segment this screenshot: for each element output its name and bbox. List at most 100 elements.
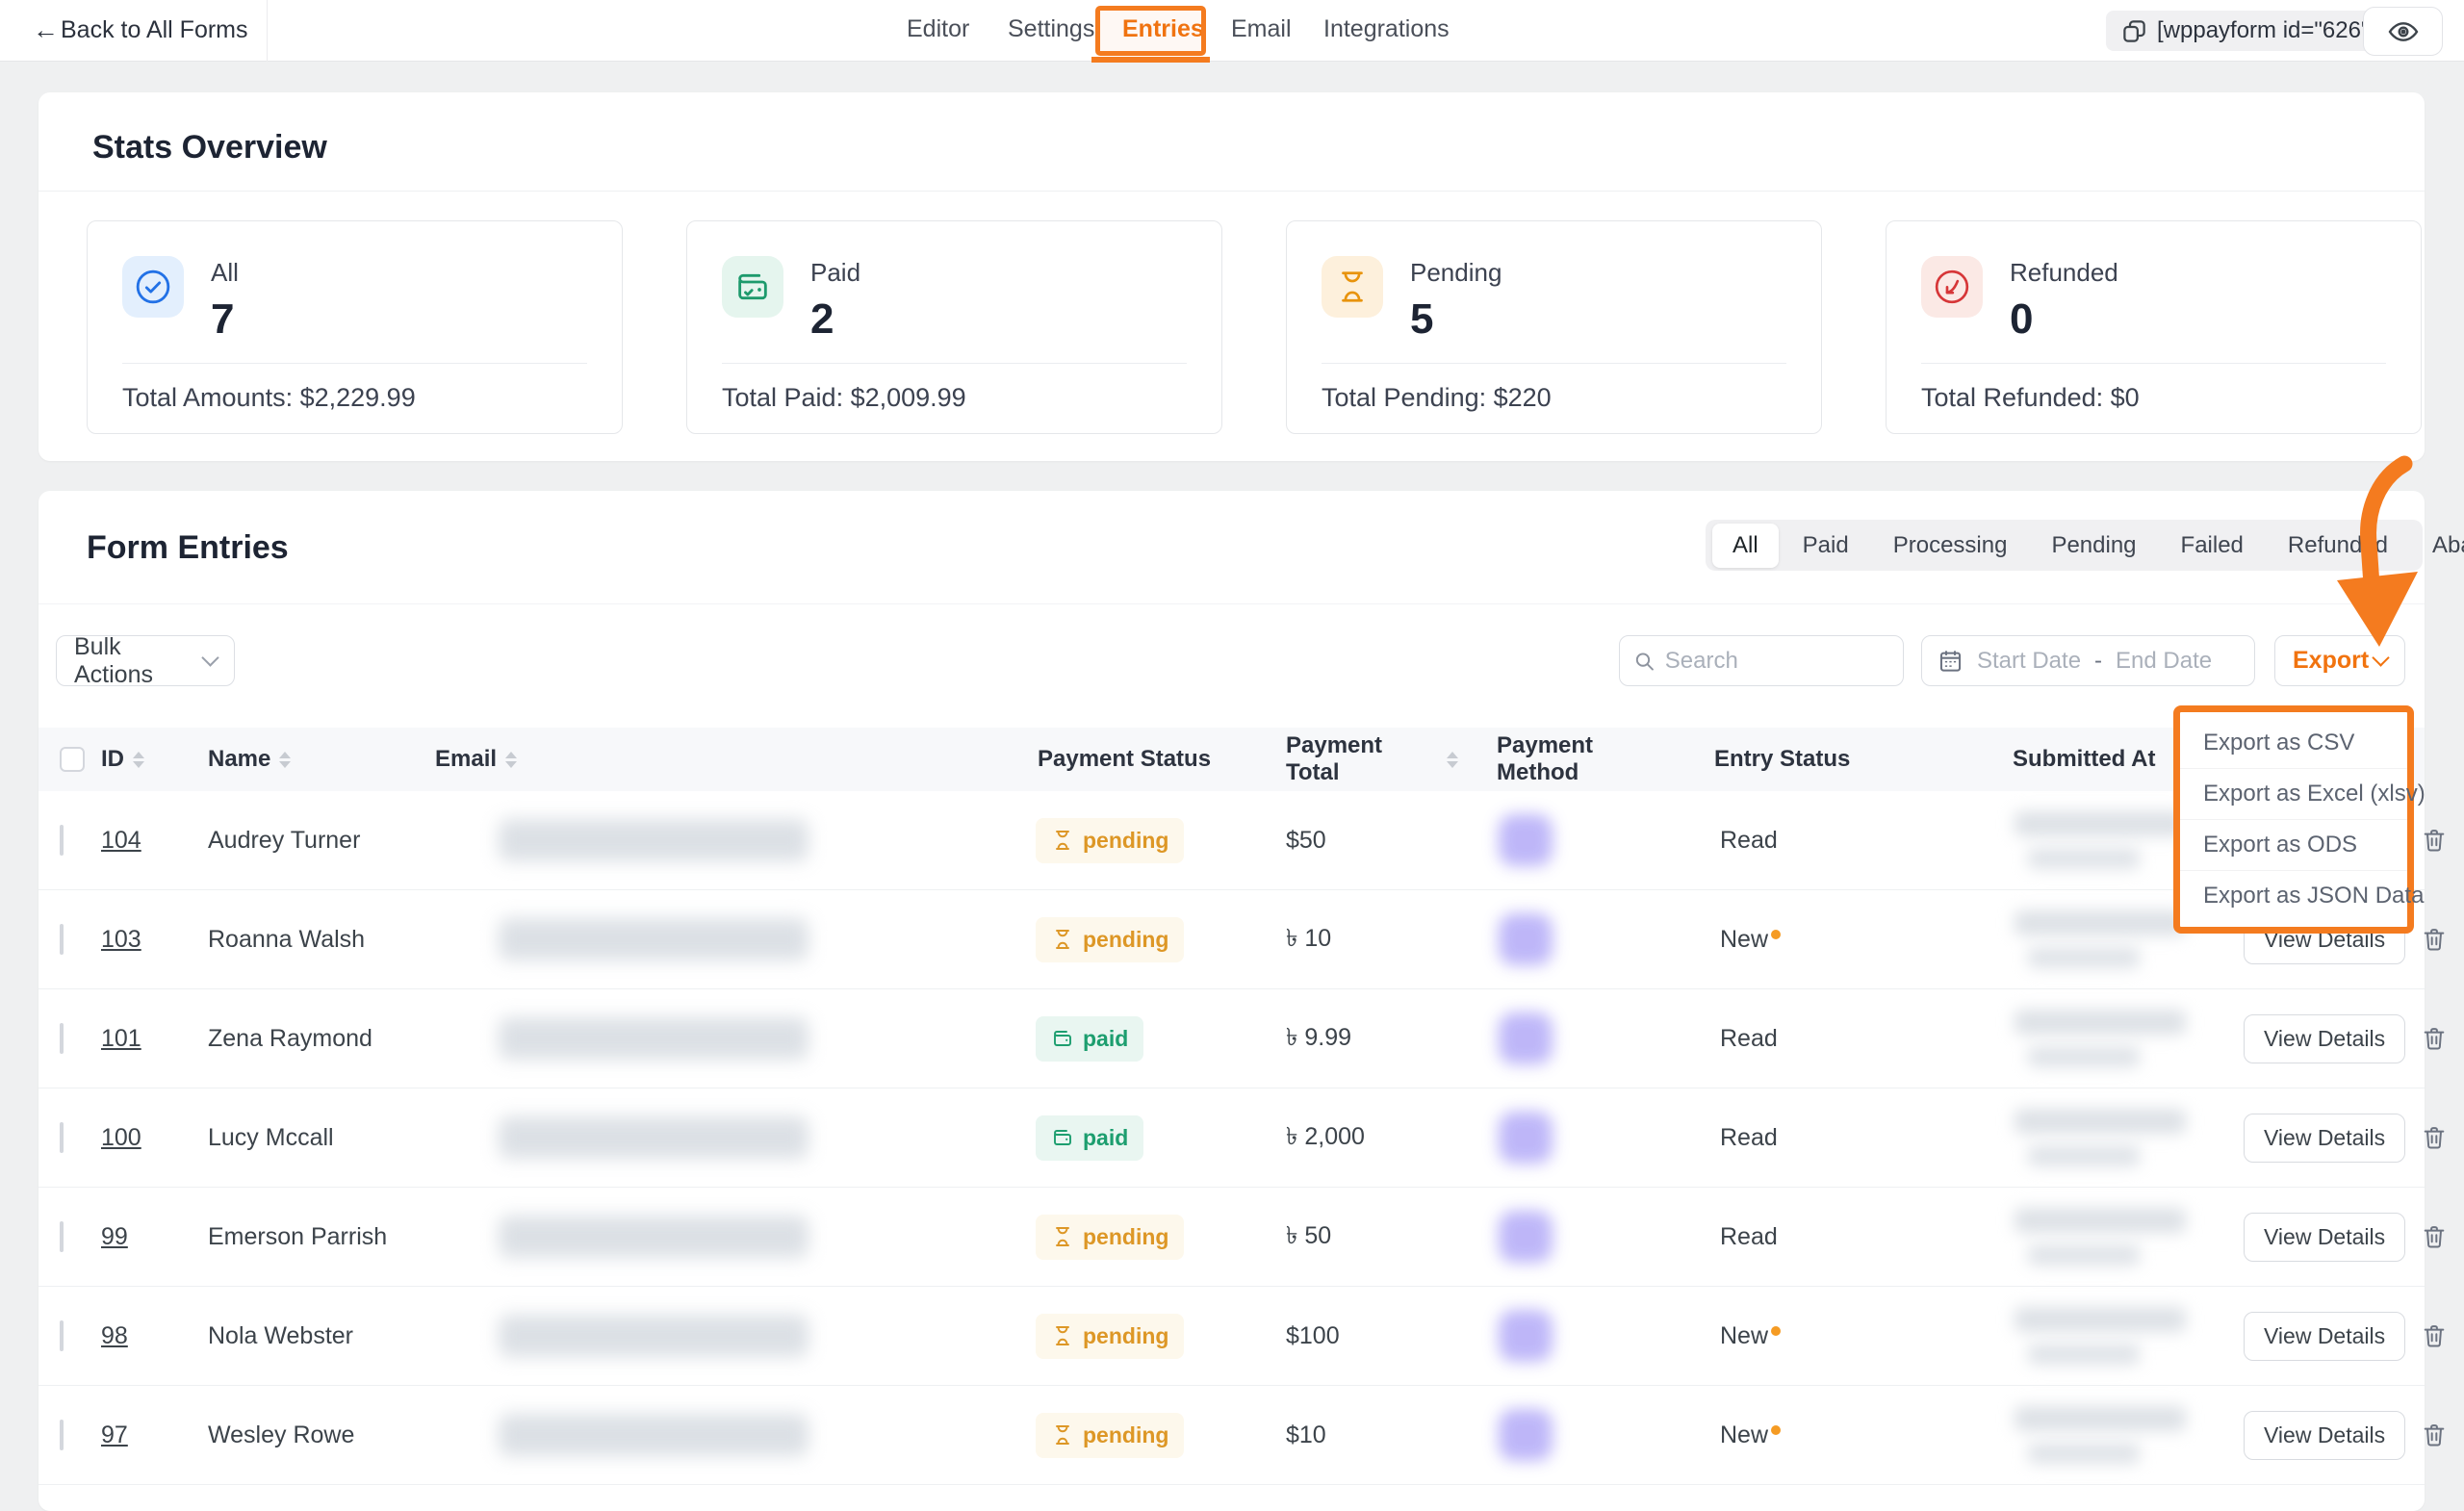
view-details-button[interactable]: View Details <box>2244 1411 2405 1460</box>
sort-icon[interactable] <box>1447 752 1458 768</box>
trash-icon[interactable] <box>2421 1025 2448 1052</box>
back-label: Back to All Forms <box>61 16 248 44</box>
back-to-all-forms-link[interactable]: ← Back to All Forms <box>33 15 248 45</box>
tab-editor[interactable]: Editor <box>907 15 969 43</box>
entry-status: Read <box>1680 827 1968 855</box>
column-header-id[interactable]: ID <box>101 746 192 773</box>
payment-method-redacted-blur <box>1499 814 1553 866</box>
row-checkbox[interactable] <box>60 1023 64 1054</box>
column-header-payment-total[interactable]: Payment Total <box>1251 732 1458 786</box>
entry-id-link[interactable]: 98 <box>101 1322 128 1349</box>
entry-id-link[interactable]: 99 <box>101 1223 128 1250</box>
filter-failed[interactable]: Failed <box>2161 524 2264 568</box>
submitted-at-redacted-blur <box>2015 1109 2190 1166</box>
calendar-icon <box>1938 648 1964 674</box>
tab-settings[interactable]: Settings <box>1008 15 1094 43</box>
export-ods-item[interactable]: Export as ODS <box>2180 819 2407 870</box>
trash-icon[interactable] <box>2421 827 2448 854</box>
new-indicator-dot <box>1771 1326 1781 1336</box>
payment-total: ৳ 9.99 <box>1251 1018 1458 1060</box>
trash-icon[interactable] <box>2421 926 2448 953</box>
date-range-picker[interactable]: Start Date - End Date <box>1921 635 2255 686</box>
stat-label: Refunded <box>2010 256 2118 288</box>
payment-status-label: paid <box>1083 1125 1128 1151</box>
search-box <box>1619 635 1904 686</box>
entry-id-link[interactable]: 101 <box>101 1025 141 1052</box>
export-dropdown-menu: Export as CSV Export as Excel (xlsv) Exp… <box>2173 705 2414 934</box>
filter-paid[interactable]: Paid <box>1783 524 1869 568</box>
shortcode-chip[interactable]: [wppayform id="626"] <box>2106 11 2391 51</box>
submitted-at-redacted-blur <box>2015 811 2190 869</box>
row-checkbox[interactable] <box>60 1122 64 1153</box>
email-redacted-blur <box>499 1216 808 1258</box>
trash-icon[interactable] <box>2421 1421 2448 1448</box>
payment-status-label: pending <box>1083 927 1168 953</box>
table-body: 104 Audrey Turner pending $50 Read View … <box>38 791 2425 1485</box>
filter-refunded[interactable]: Refunded <box>2268 524 2408 568</box>
preview-button[interactable] <box>2363 7 2443 56</box>
filter-pending[interactable]: Pending <box>2031 524 2156 568</box>
start-date-placeholder[interactable]: Start Date <box>1977 648 2081 675</box>
payment-status-label: pending <box>1083 828 1168 854</box>
entry-status: Read <box>1680 1124 1968 1152</box>
entry-id-link[interactable]: 100 <box>101 1124 141 1151</box>
search-input[interactable] <box>1665 648 1889 675</box>
sort-icon[interactable] <box>505 752 517 768</box>
entry-id-link[interactable]: 103 <box>101 926 141 953</box>
tab-email[interactable]: Email <box>1231 15 1292 43</box>
stat-label: Pending <box>1410 256 1502 288</box>
tab-entries[interactable]: Entries <box>1122 15 1204 43</box>
payment-method-redacted-blur <box>1499 1012 1553 1064</box>
entry-id-link[interactable]: 104 <box>101 827 141 854</box>
form-entries-card: Form Entries All Paid Processing Pending… <box>38 491 2425 1511</box>
bulk-actions-dropdown[interactable]: Bulk Actions <box>56 635 235 686</box>
bulk-actions-label: Bulk Actions <box>74 633 204 689</box>
view-details-button[interactable]: View Details <box>2244 1014 2405 1063</box>
sort-icon[interactable] <box>133 752 144 768</box>
filter-all[interactable]: All <box>1712 524 1779 568</box>
column-header-email[interactable]: Email <box>424 746 1011 773</box>
search-icon <box>1633 649 1656 674</box>
row-checkbox[interactable] <box>60 924 64 955</box>
hourglass-icon <box>1322 256 1383 318</box>
view-details-button[interactable]: View Details <box>2244 1213 2405 1262</box>
tab-integrations[interactable]: Integrations <box>1323 15 1450 43</box>
entry-name: Nola Webster <box>192 1322 424 1350</box>
view-details-button[interactable]: View Details <box>2244 1114 2405 1163</box>
payment-status-label: pending <box>1083 1224 1168 1250</box>
entry-name: Wesley Rowe <box>192 1421 424 1449</box>
sort-icon[interactable] <box>279 752 291 768</box>
export-button[interactable]: Export <box>2274 635 2405 686</box>
row-checkbox[interactable] <box>60 825 64 856</box>
submitted-at-redacted-blur <box>2015 1208 2190 1266</box>
trash-icon[interactable] <box>2421 1124 2448 1151</box>
stat-total: Total Amounts: $2,229.99 <box>88 364 622 413</box>
row-checkbox[interactable] <box>60 1420 64 1450</box>
entry-status: Read <box>1680 1025 1968 1053</box>
row-checkbox[interactable] <box>60 1320 64 1351</box>
stats-overview-card: Stats Overview All 7 Total Amounts: $2,2… <box>38 92 2425 461</box>
trash-icon[interactable] <box>2421 1322 2448 1349</box>
shortcode-text: [wppayform id="626"] <box>2157 17 2375 44</box>
view-details-button[interactable]: View Details <box>2244 1312 2405 1361</box>
filter-processing[interactable]: Processing <box>1873 524 2028 568</box>
payment-status-badge: pending <box>1036 1413 1184 1458</box>
select-all-checkbox[interactable] <box>60 747 85 772</box>
row-checkbox[interactable] <box>60 1221 64 1252</box>
trash-icon[interactable] <box>2421 1223 2448 1250</box>
export-csv-item[interactable]: Export as CSV <box>2180 718 2407 768</box>
entry-name: Lucy Mccall <box>192 1124 424 1152</box>
entry-status: Read <box>1680 1223 1968 1251</box>
table-row: 101 Zena Raymond paid ৳ 9.99 Read View D… <box>38 989 2425 1088</box>
stat-value: 2 <box>810 295 860 344</box>
end-date-placeholder[interactable]: End Date <box>2116 648 2212 675</box>
entry-id-link[interactable]: 97 <box>101 1421 128 1448</box>
column-header-name[interactable]: Name <box>192 746 424 773</box>
export-json-item[interactable]: Export as JSON Data <box>2180 870 2407 921</box>
filter-abandoned[interactable]: Abandoned <box>2412 524 2464 568</box>
export-excel-item[interactable]: Export as Excel (xlsv) <box>2180 768 2407 819</box>
stat-total: Total Pending: $220 <box>1287 364 1821 413</box>
payment-status-badge: pending <box>1036 917 1184 962</box>
submitted-at-redacted-blur <box>2015 910 2190 968</box>
payment-status-label: paid <box>1083 1026 1128 1052</box>
